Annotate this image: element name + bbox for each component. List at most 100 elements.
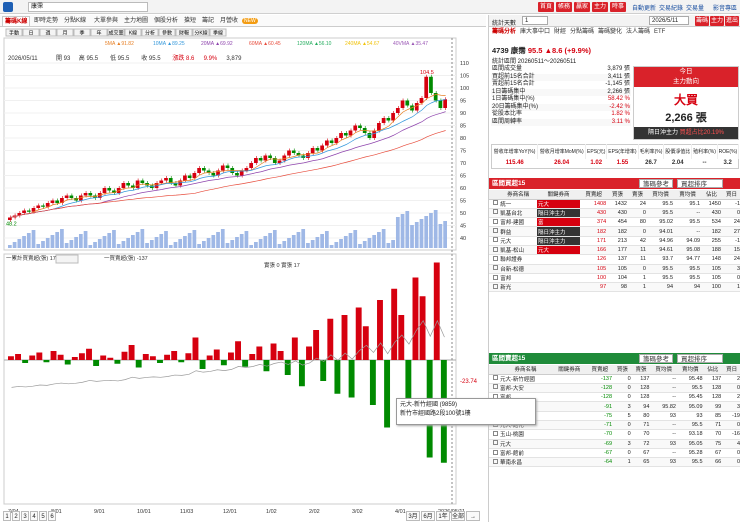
- col-header[interactable]: 買均價: [646, 190, 675, 200]
- chart-tab-3[interactable]: 大單參與: [92, 16, 120, 26]
- range-button-1[interactable]: 6月: [421, 511, 435, 521]
- col-header[interactable]: 券商名稱: [499, 190, 537, 200]
- right-tab-1[interactable]: 庫大事中口: [520, 28, 550, 37]
- table-row[interactable]: 元大 隔日沖主力 171 213 42 94.96 94.09 255 -1: [489, 236, 740, 247]
- page-button-3[interactable]: 4: [30, 511, 38, 521]
- col-header[interactable]: 賣均價: [676, 365, 704, 375]
- col-header[interactable]: 買張: [613, 365, 632, 375]
- chart-tab-5[interactable]: 個股分析: [152, 16, 180, 26]
- price-chart-svg[interactable]: 手動 日 週 月 季 年成交量 K線 分析 參數 財報 分K線 季線 5MA ▲91.82 10MA ▲8…: [0, 28, 486, 522]
- right-tab-3[interactable]: 分點籌碼: [570, 28, 594, 37]
- col-header[interactable]: 關鍵券商: [536, 190, 581, 200]
- cell-賣均價: 95.5: [674, 273, 702, 284]
- table-row[interactable]: 富邦-大安 -128 0 128 -- 95.5 128 0: [489, 383, 740, 394]
- right-button-0[interactable]: 籌碼: [695, 16, 709, 26]
- table-row[interactable]: 元大 -69 3 72 93 95.05 75 4: [489, 439, 740, 449]
- top-button-3[interactable]: 主力: [592, 2, 608, 12]
- ohlc-date: 2026/05/11: [8, 56, 38, 62]
- row-checkbox[interactable]: [489, 273, 500, 284]
- table-row[interactable]: 凱基台北 隔日沖主力 430 430 0 95.5 -- 430 0: [489, 208, 740, 219]
- col-header[interactable]: 佔比: [703, 365, 723, 375]
- chart-tab-2[interactable]: 分點K線: [62, 16, 88, 26]
- row-checkbox[interactable]: [489, 226, 500, 237]
- top-link-1[interactable]: 交易紀錄: [659, 3, 683, 12]
- page-button-0[interactable]: 1: [3, 511, 11, 521]
- table-row[interactable]: 群益 隔日沖主力 182 182 0 94.01 -- 182 27: [489, 226, 740, 237]
- col-header[interactable]: 買均價: [650, 365, 677, 375]
- row-checkbox[interactable]: [489, 264, 500, 274]
- chart-tab-8[interactable]: 月營收: [218, 16, 240, 26]
- row-checkbox[interactable]: [489, 439, 500, 449]
- col-header[interactable]: 賣張: [627, 190, 647, 200]
- top-button-2[interactable]: 贏家: [574, 2, 590, 12]
- table-row[interactable]: 元大-新竹經國 -137 0 137 -- 95.48 137 2: [489, 374, 740, 384]
- top-link-0[interactable]: 自動更新: [632, 3, 656, 12]
- row-checkbox[interactable]: [489, 383, 500, 394]
- col-header[interactable]: 賣張: [631, 365, 651, 375]
- chart-tab-0[interactable]: 籌碼K線: [2, 16, 31, 26]
- col-header[interactable]: 買日: [722, 365, 740, 375]
- chart-tab-4[interactable]: 主力地圖: [122, 16, 150, 26]
- sell-filter-select[interactable]: 籌碼參考: [639, 354, 673, 363]
- table-row[interactable]: 富邦-建國富 374 454 80 95.02 95.5 534 24: [489, 217, 740, 228]
- row-checkbox[interactable]: [489, 208, 500, 219]
- page-button-4[interactable]: 5: [39, 511, 47, 521]
- row-checkbox[interactable]: [489, 374, 500, 384]
- table-row[interactable]: 新光 97 98 1 94 94 100 1: [489, 282, 740, 293]
- chart-tab-7[interactable]: 籌記: [200, 16, 216, 26]
- table-row[interactable]: 統一 元大 1408 1432 24 95.5 95.1 1450 -1: [489, 199, 740, 209]
- table-row[interactable]: 凱基-松山 元大 166 177 11 94.61 95.08 188 15: [489, 245, 740, 256]
- col-header[interactable]: 買張: [607, 190, 628, 200]
- col-header[interactable]: 買賣超: [580, 190, 608, 200]
- chart-tab-1[interactable]: 即時走勢: [32, 16, 60, 26]
- top-button-1[interactable]: 帳務: [556, 2, 572, 12]
- right-tab-0[interactable]: 籌碼分析: [492, 28, 516, 37]
- row-checkbox[interactable]: [489, 217, 500, 228]
- right-button-2[interactable]: 進出: [725, 16, 739, 26]
- right-tab-5[interactable]: 法人籌碼: [626, 28, 650, 37]
- days-select[interactable]: 1: [522, 16, 548, 25]
- row-checkbox[interactable]: [489, 199, 500, 209]
- table-row[interactable]: 聯邦證券 126 137 11 93.7 94.77 148 24: [489, 254, 740, 265]
- top-link-3[interactable]: 影音專區: [713, 3, 737, 12]
- chart-tab-6[interactable]: 搶短: [182, 16, 198, 26]
- col-header[interactable]: 佔比: [701, 190, 722, 200]
- right-tab-4[interactable]: 籌碼變化: [598, 28, 622, 37]
- table-row[interactable]: 台新-松德 105 105 0 95.5 95.5 105 3: [489, 264, 740, 274]
- right-tab-2[interactable]: 財經: [554, 28, 566, 37]
- page-button-2[interactable]: 3: [21, 511, 29, 521]
- table-row[interactable]: 富邦-館前 -67 0 67 -- 95.28 67 0: [489, 448, 740, 459]
- col-header[interactable]: 買賣超: [586, 365, 614, 375]
- col-header[interactable]: 賣均價: [674, 190, 702, 200]
- buy-filter-select[interactable]: 籌碼參考: [639, 179, 673, 188]
- right-button-1[interactable]: 主力: [710, 16, 724, 26]
- row-checkbox[interactable]: [489, 254, 500, 265]
- row-checkbox[interactable]: [489, 236, 500, 247]
- top-button-4[interactable]: 時事: [610, 2, 626, 12]
- table-row[interactable]: 玉山-桃園 -70 0 70 -- 93.18 70 -16: [489, 429, 740, 440]
- top-button-0[interactable]: 首頁: [538, 2, 554, 12]
- row-checkbox[interactable]: [489, 429, 500, 440]
- range-button-4[interactable]: →: [466, 511, 480, 521]
- col-header[interactable]: 券商名稱: [499, 365, 552, 375]
- row-checkbox[interactable]: [489, 245, 500, 256]
- top-link-2[interactable]: 交易量: [686, 3, 704, 12]
- range-button-2[interactable]: 1年: [436, 511, 450, 521]
- right-tab-6[interactable]: ETF: [654, 28, 665, 37]
- row-checkbox[interactable]: [489, 448, 500, 459]
- date-picker[interactable]: 2026/5/11: [649, 16, 689, 25]
- sell-rank-select[interactable]: 買超排序: [677, 354, 723, 363]
- row-checkbox[interactable]: [489, 282, 500, 293]
- sub-button[interactable]: [55, 254, 79, 264]
- col-header[interactable]: 買日: [721, 190, 740, 200]
- stock-search-input[interactable]: 康霈: [28, 2, 148, 12]
- page-button-1[interactable]: 2: [12, 511, 20, 521]
- table-row[interactable]: 富邦 100 104 1 95.5 95.5 105 0: [489, 273, 740, 284]
- col-header[interactable]: 關鍵券商: [551, 365, 587, 375]
- row-checkbox[interactable]: [489, 457, 500, 468]
- buy-rank-select[interactable]: 買超排序: [677, 179, 723, 188]
- range-button-3[interactable]: 全部: [451, 511, 465, 521]
- page-button-5[interactable]: 6: [48, 511, 56, 521]
- range-button-0[interactable]: 3月: [406, 511, 420, 521]
- table-row[interactable]: 華南永昌 -64 1 65 93 95.5 66 0: [489, 457, 740, 468]
